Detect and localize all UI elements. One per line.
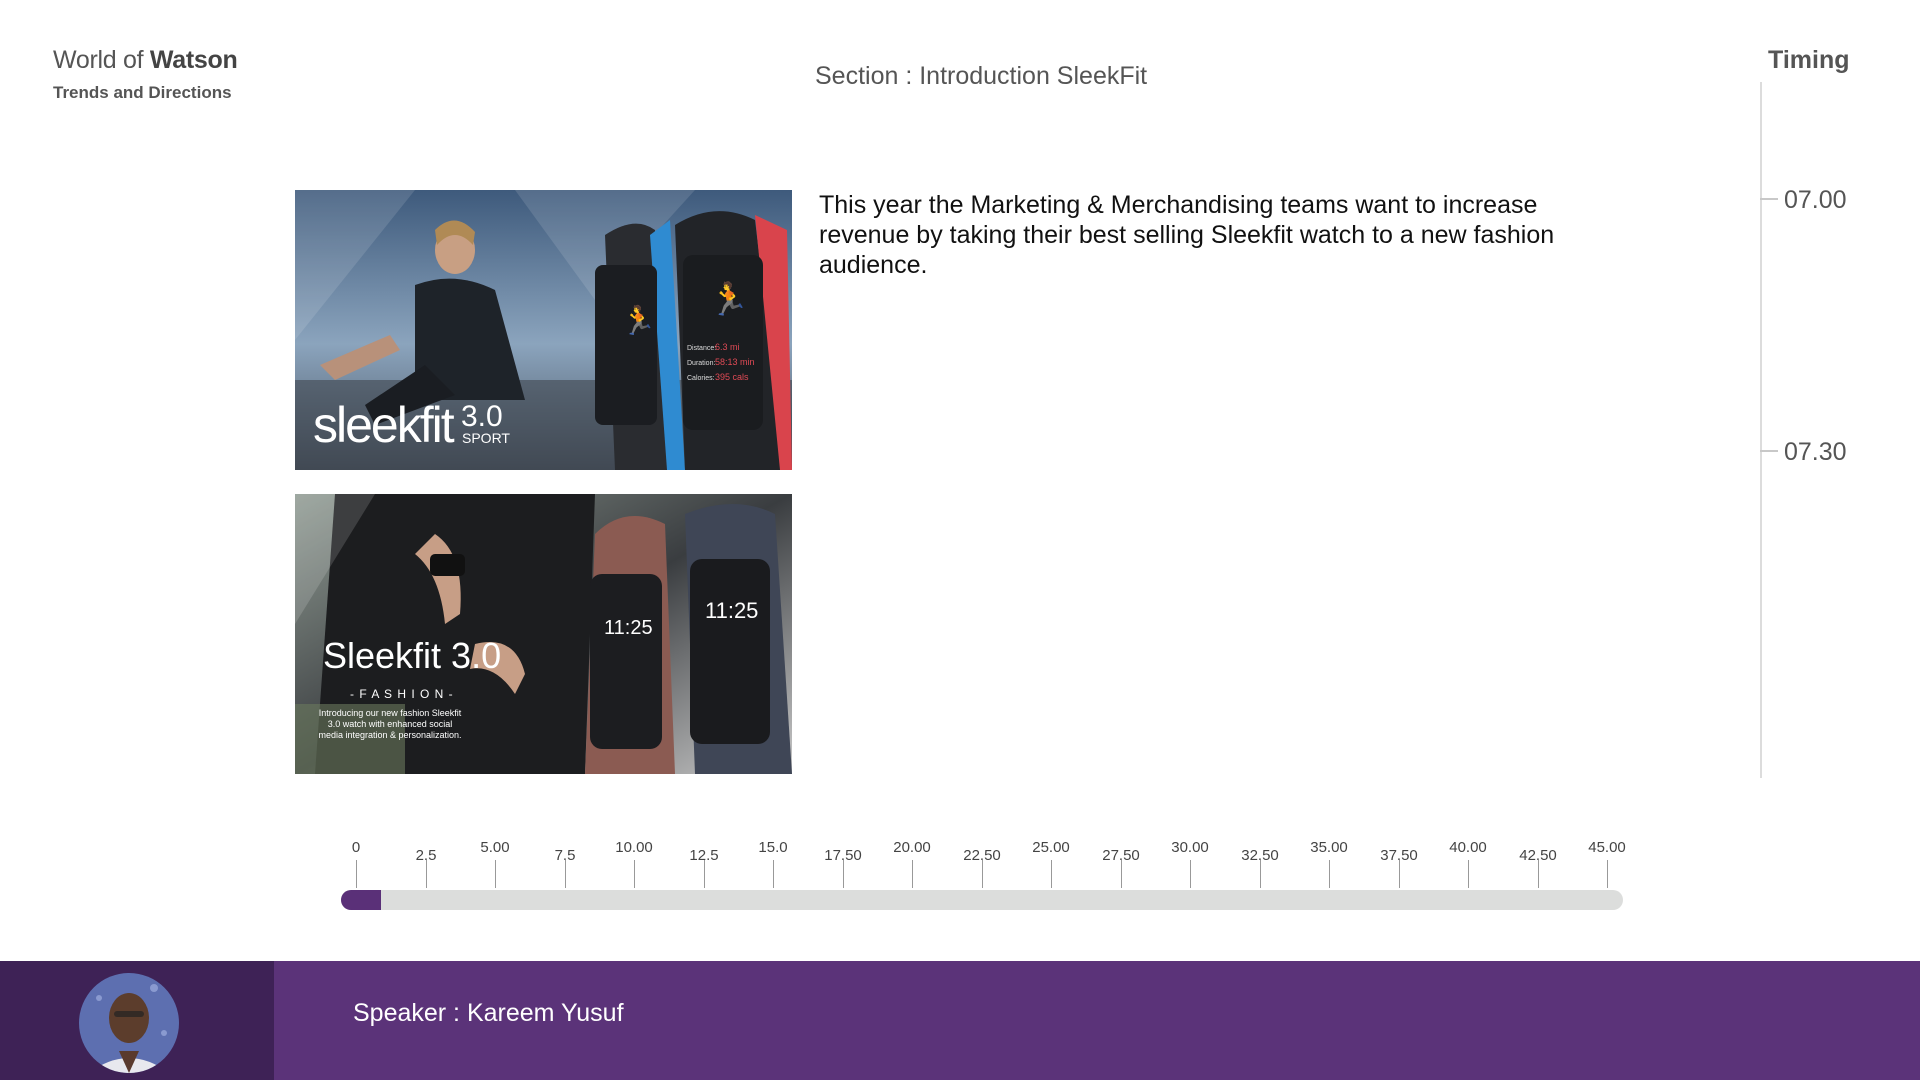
- sleekfit-variant: SPORT: [462, 430, 510, 446]
- timeline-tick: [982, 860, 983, 888]
- speaker-name: Speaker : Kareem Yusuf: [353, 999, 624, 1027]
- timeline-tick: [1538, 860, 1539, 888]
- brand-name-bold: Watson: [149, 46, 238, 74]
- timeline-label: 45.00: [1588, 839, 1626, 856]
- sleekfit-fashion-caption: Introducing our new fashion Sleekfit 3.0…: [318, 708, 462, 740]
- timeline-tick: [495, 860, 496, 888]
- timeline-tick: [1329, 860, 1330, 888]
- timeline-label: 0: [351, 839, 361, 856]
- brand-subtitle: Trends and Directions: [53, 83, 232, 102]
- brand-name-light: World of: [53, 46, 144, 74]
- timeline-tick: [912, 860, 913, 888]
- timeline-progress: [341, 890, 381, 910]
- timeline-label: 37.50: [1380, 847, 1418, 864]
- svg-text:🏃: 🏃: [709, 280, 749, 318]
- timeline-tick: [426, 860, 427, 888]
- timeline-label: 17.50: [824, 847, 862, 864]
- timeline-track[interactable]: [341, 890, 1623, 910]
- brand-title: World of Watson: [53, 46, 238, 75]
- timeline-label: 42.50: [1519, 847, 1557, 864]
- timeline-label: 12.5: [689, 847, 719, 864]
- timeline-label: 5.00: [480, 839, 510, 856]
- watch-time-right: 11:25: [705, 598, 758, 623]
- watch-calories-label: Calories:: [687, 375, 715, 382]
- timing-label-1: 07.00: [1784, 186, 1847, 214]
- timeline-label: 7.5: [554, 847, 576, 864]
- timeline-tick: [773, 860, 774, 888]
- watch-duration: 58:13 min: [715, 357, 755, 367]
- timeline-tick: [565, 860, 566, 888]
- sleekfit-logo: sleekfit: [313, 397, 455, 453]
- timeline-tick: [1399, 860, 1400, 888]
- timeline-tick: [1051, 860, 1052, 888]
- sleekfit-sport-image: 🏃 🏃 6.3 mi 58:13 min 395 cals Distance: …: [295, 190, 792, 470]
- timeline-label: 40.00: [1449, 839, 1487, 856]
- timing-label-2: 07.30: [1784, 438, 1847, 466]
- timeline-tick: [1607, 860, 1608, 888]
- brand: World of Watson Trends and Directions: [53, 46, 238, 103]
- timeline-tick: [356, 860, 357, 888]
- sleekfit-fashion-logo: Sleekfit 3.0: [323, 635, 501, 676]
- timeline-label: 15.0: [758, 839, 788, 856]
- timeline-tick: [1121, 860, 1122, 888]
- timeline-label: 32.50: [1241, 847, 1279, 864]
- sleekfit-fashion-image: 11:25 11:25 Sleekfit 3.0 - F A S H I O N…: [295, 494, 792, 774]
- timing-mark: [1760, 450, 1778, 452]
- watch-time-left: 11:25: [604, 617, 653, 639]
- timeline-label: 10.00: [615, 839, 653, 856]
- timeline-tick: [1468, 860, 1469, 888]
- svg-text:🏃: 🏃: [621, 304, 656, 337]
- watch-distance: 6.3 mi: [715, 342, 740, 352]
- watch-distance-label: Distance:: [687, 345, 716, 352]
- timeline-label: 25.00: [1032, 839, 1070, 856]
- timing-rule: [1760, 82, 1762, 778]
- timing-title: Timing: [1768, 46, 1850, 74]
- timeline-tick: [843, 860, 844, 888]
- content-paragraph: This year the Marketing & Merchandising …: [819, 191, 1555, 279]
- watch-calories: 395 cals: [715, 372, 749, 382]
- avatar: [79, 973, 179, 1073]
- avatar-panel: [0, 961, 274, 1080]
- timeline-label: 2.5: [415, 847, 437, 864]
- sleekfit-fashion-variant: - F A S H I O N -: [350, 687, 454, 701]
- timeline-label: 22.50: [963, 847, 1001, 864]
- timeline-tick: [634, 860, 635, 888]
- timeline-label: 35.00: [1310, 839, 1348, 856]
- timeline-label: 20.00: [893, 839, 931, 856]
- timeline-tick: [1260, 860, 1261, 888]
- timeline-label: 30.00: [1171, 839, 1209, 856]
- sleekfit-version: 3.0: [461, 400, 503, 433]
- section-title: Section : Introduction SleekFit: [815, 62, 1148, 90]
- timeline-label: 27.50: [1102, 847, 1140, 864]
- timeline-tick: [1190, 860, 1191, 888]
- timeline-tick: [704, 860, 705, 888]
- speaker-bar: Speaker : Kareem Yusuf: [0, 961, 1920, 1080]
- timing-mark: [1760, 198, 1778, 200]
- watch-duration-label: Duration:: [687, 360, 715, 367]
